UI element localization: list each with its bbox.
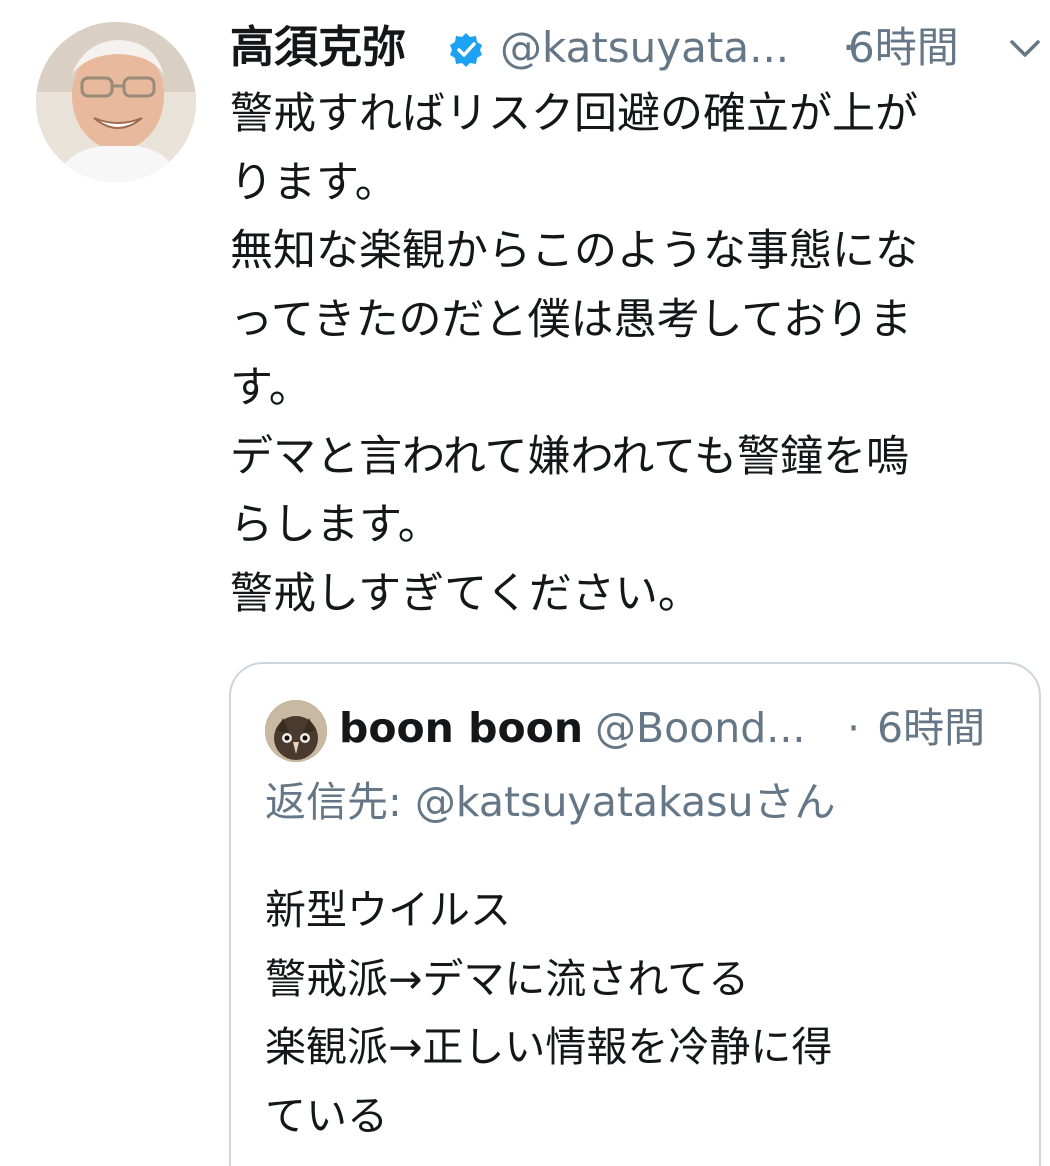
- quoted-text-line: ている: [265, 1091, 388, 1140]
- quoted-tweet-timestamp[interactable]: 6時間: [877, 700, 985, 756]
- quoted-text-line: 警戒派→デマに流されてる: [265, 954, 750, 1003]
- author-avatar[interactable]: [36, 22, 196, 182]
- tweet-text-line: 警戒すればリスク回避の確立が上が: [230, 89, 918, 139]
- quoted-author-display-name[interactable]: boon boon: [339, 700, 583, 756]
- verified-badge-icon: [450, 33, 482, 67]
- tweet-text-line: 警戒しすぎてください。: [230, 568, 701, 619]
- reply-suffix: さん: [753, 778, 836, 826]
- tweet-text-line: ります。: [230, 157, 398, 208]
- tweet-timestamp[interactable]: 6時間: [848, 20, 959, 76]
- quoted-text-line: 新型ウイルス: [265, 886, 511, 934]
- tweet-text: 警戒すればリスク回避の確立が上が ります。 無知な楽観からこのような事態にな っ…: [230, 80, 1040, 628]
- reply-mention-link[interactable]: @katsuyatakasu: [415, 778, 754, 826]
- tweet-text-line: らします。: [230, 500, 441, 550]
- quoted-tweet-text: 新型ウイルス 警戒派→デマに流されてる 楽観派→正しい情報を冷静に得 ている: [265, 876, 1025, 1150]
- tweet-text-line: す。: [230, 363, 312, 413]
- quoted-header-separator: ·: [847, 704, 861, 752]
- quoted-tweet-card[interactable]: boon boon @Boond... · 6時間 返信先: @katsuyat…: [229, 662, 1041, 1166]
- tweet-text-line: デマと言われて嫌われても警鐘を鳴: [230, 431, 909, 482]
- tweet[interactable]: 高須克弥 @katsuyata... · 6時間 警戒すればリスク回避の確立が上…: [0, 0, 1050, 1166]
- tweet-text-line: 無知な楽観からこのような事態にな: [230, 226, 918, 276]
- quoted-text-line: 楽観派→正しい情報を冷静に得: [265, 1023, 833, 1071]
- quoted-author-handle[interactable]: @Boond...: [595, 700, 805, 756]
- chevron-down-icon[interactable]: [1008, 38, 1042, 60]
- quoted-author-avatar[interactable]: [265, 700, 327, 762]
- tweet-text-line: ってきたのだと僕は愚考しておりま: [230, 294, 912, 345]
- author-display-name[interactable]: 高須克弥: [230, 20, 406, 76]
- author-handle[interactable]: @katsuyata...: [500, 20, 789, 76]
- reply-prefix: 返信先:: [265, 778, 415, 826]
- reply-context: 返信先: @katsuyatakasuさん: [265, 774, 836, 830]
- tweet-header: 高須克弥 @katsuyata... · 6時間: [230, 14, 1040, 84]
